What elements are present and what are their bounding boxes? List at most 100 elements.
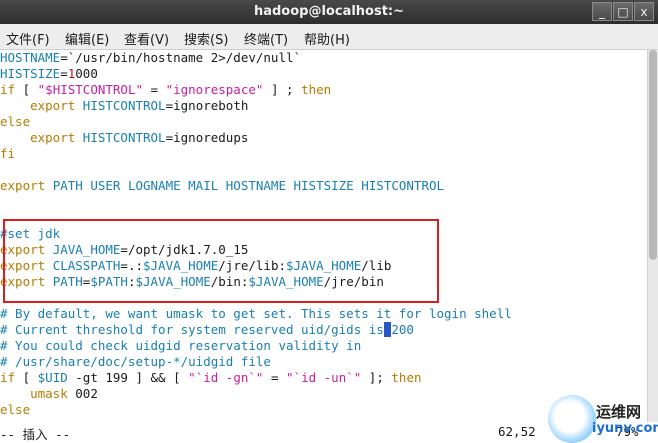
code-token: else (0, 114, 31, 129)
code-token: = (263, 370, 287, 385)
site-watermark: 运维网 iyunv.com (548, 395, 658, 443)
code-token: 000 (75, 66, 98, 81)
maximize-button[interactable]: □ (613, 2, 633, 21)
code-line: HISTSIZE=1000 (0, 66, 98, 82)
code-token: : (127, 274, 136, 289)
code-token: =`/usr/bin/hostname 2>/dev/null` (60, 50, 302, 65)
code-token: $UID (37, 370, 68, 385)
code-token: "ignorespace" (165, 82, 264, 97)
minimize-button[interactable]: _ (592, 2, 612, 21)
code-token: /jre/lib: (218, 258, 286, 273)
code-token: umask (30, 386, 68, 401)
code-token: /jre/bin (323, 274, 384, 289)
code-token: HOSTNAME (0, 50, 61, 65)
code-token: $JAVA_HOME (143, 258, 219, 273)
code-token: [ (15, 82, 38, 97)
code-token: export (30, 130, 76, 145)
code-token: $JAVA_HOME (286, 258, 362, 273)
code-token: export (0, 258, 46, 273)
vertical-scrollbar[interactable] (647, 50, 658, 422)
code-token: $JAVA_HOME (135, 274, 211, 289)
code-token: JAVA_HOME (52, 242, 121, 257)
title-bar: hadoop@localhost:~ _ □ x (0, 0, 658, 24)
code-token: # Current threshold for system reserved … (0, 322, 384, 337)
code-line: HOSTNAME=`/usr/bin/hostname 2>/dev/null` (0, 50, 301, 66)
menu-help[interactable]: 帮助(H) (304, 29, 350, 48)
code-line: else (0, 114, 30, 130)
insert-mode-indicator: -- 插入 -- (0, 427, 71, 442)
code-token: # You could check uidgid reservation val… (0, 338, 362, 353)
watermark-cn-text: 运维网 (596, 403, 642, 421)
code-token: =/opt/jdk1.7.0_15 (120, 242, 249, 257)
code-token: export (0, 274, 46, 289)
code-token: -gt 199 ] && [ (67, 370, 189, 385)
code-token: # /usr/share/doc/setup-*/uidgid file (0, 354, 271, 369)
watermark-logo-icon (548, 395, 596, 443)
watermark-en-text: iyunv.com (592, 421, 658, 436)
code-token: = (143, 82, 166, 97)
code-line: export PATH USER LOGNAME MAIL HOSTNAME H… (0, 178, 444, 194)
code-token: "$HISTCONTROL" (37, 82, 143, 97)
code-line: export HISTCONTROL=ignoredups (0, 130, 248, 146)
code-token: =ignoredups (165, 130, 249, 145)
menu-terminal[interactable]: 终端(T) (244, 29, 288, 48)
scrollbar-thumb[interactable] (649, 50, 657, 260)
code-token: if (0, 370, 16, 385)
code-line: export JAVA_HOME=/opt/jdk1.7.0_15 (0, 242, 248, 258)
code-token: HISTCONTROL (82, 130, 166, 145)
code-token: =ignoreboth (165, 98, 249, 113)
code-token: "`id -un`" (286, 370, 362, 385)
code-line: #set jdk (0, 226, 60, 242)
code-token: fi (0, 146, 16, 161)
code-token: # By default, we want umask to get set. … (0, 306, 512, 321)
code-token: export (0, 178, 46, 193)
code-token: ] ; (263, 82, 302, 97)
code-token: if (0, 82, 16, 97)
code-token: "`id -gn`" (188, 370, 264, 385)
code-token: /bin: (210, 274, 249, 289)
code-line: export HISTCONTROL=ignoreboth (0, 98, 248, 114)
code-token: [ (15, 370, 38, 385)
code-line: if [ "$HISTCONTROL" = "ignorespace" ] ; … (0, 82, 331, 98)
code-token: CLASSPATH (52, 258, 121, 273)
menu-bar: 文件(F) 编辑(E) 查看(V) 搜索(S) 终端(T) 帮助(H) (0, 24, 658, 50)
code-token: $PATH (90, 274, 128, 289)
code-token: 002 (67, 386, 98, 401)
code-line: # You could check uidgid reservation val… (0, 338, 361, 354)
code-token: PATH USER LOGNAME MAIL HOSTNAME HISTSIZE… (52, 178, 445, 193)
code-line: if [ $UID -gt 199 ] && [ "`id -gn`" = "`… (0, 370, 422, 386)
code-token: $JAVA_HOME (248, 274, 324, 289)
code-token: PATH (52, 274, 83, 289)
menu-search[interactable]: 搜索(S) (184, 29, 228, 48)
code-token: =.: (120, 258, 143, 273)
menu-file[interactable]: 文件(F) (6, 29, 50, 48)
terminal-editor[interactable]: HOSTNAME=`/usr/bin/hostname 2>/dev/null`… (0, 50, 647, 422)
code-token: = (60, 66, 68, 81)
window-title: hadoop@localhost:~ (253, 4, 405, 19)
code-token: ]; (361, 370, 392, 385)
menu-view[interactable]: 查看(V) (124, 29, 169, 48)
code-line: export CLASSPATH=.:$JAVA_HOME/jre/lib:$J… (0, 258, 391, 274)
code-token: HISTCONTROL (82, 98, 166, 113)
code-token: 200 (391, 322, 414, 337)
code-line: # Current threshold for system reserved … (0, 322, 414, 338)
code-token: export (30, 98, 76, 113)
code-token: then (391, 370, 422, 385)
code-line: umask 002 (0, 386, 98, 402)
menu-edit[interactable]: 编辑(E) (65, 29, 109, 48)
code-token: export (0, 242, 46, 257)
code-line: export PATH=$PATH:$JAVA_HOME/bin:$JAVA_H… (0, 274, 384, 290)
cursor-position: 62,52 (498, 424, 536, 439)
close-button[interactable]: x (634, 2, 654, 21)
code-line: else (0, 402, 30, 418)
code-token: else (0, 402, 31, 417)
code-line: fi (0, 146, 15, 162)
code-token: #set jdk (0, 226, 61, 241)
